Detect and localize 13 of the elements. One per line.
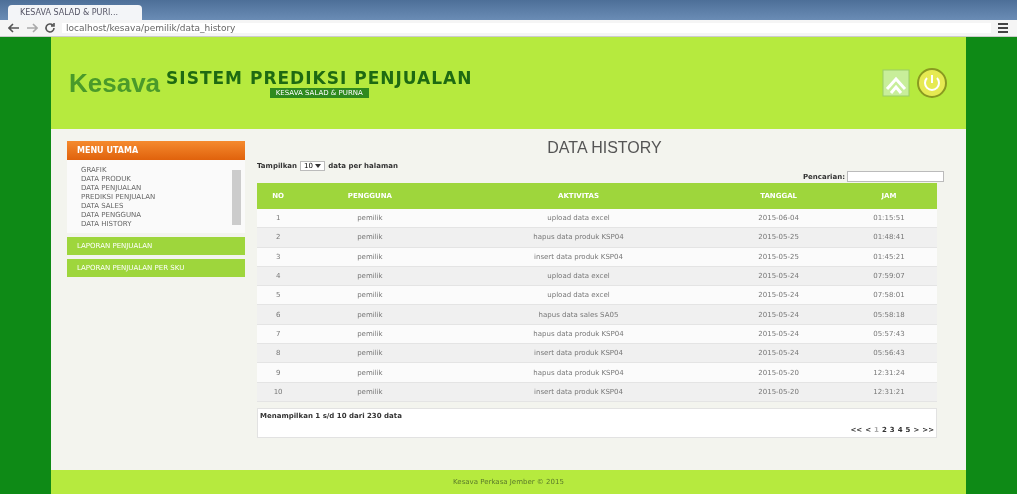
reload-icon[interactable] — [44, 22, 56, 34]
menu-icon[interactable] — [997, 22, 1009, 34]
scrollbar[interactable] — [232, 170, 241, 225]
browser-tab[interactable]: KESAVA SALAD & PURI... — [8, 5, 142, 20]
page-title: DATA HISTORY — [546, 139, 663, 157]
forward-icon[interactable] — [26, 23, 38, 33]
logo: Kesava — [69, 67, 161, 99]
address-field[interactable]: localhost/kesava/pemilik/data_history — [62, 23, 991, 33]
back-icon[interactable] — [8, 23, 20, 33]
site-title: SISTEM PREDIKSI PENJUALAN — [166, 68, 473, 88]
power-icon[interactable] — [916, 67, 948, 99]
caret-icon — [315, 164, 322, 168]
search-field[interactable] — [847, 171, 944, 182]
